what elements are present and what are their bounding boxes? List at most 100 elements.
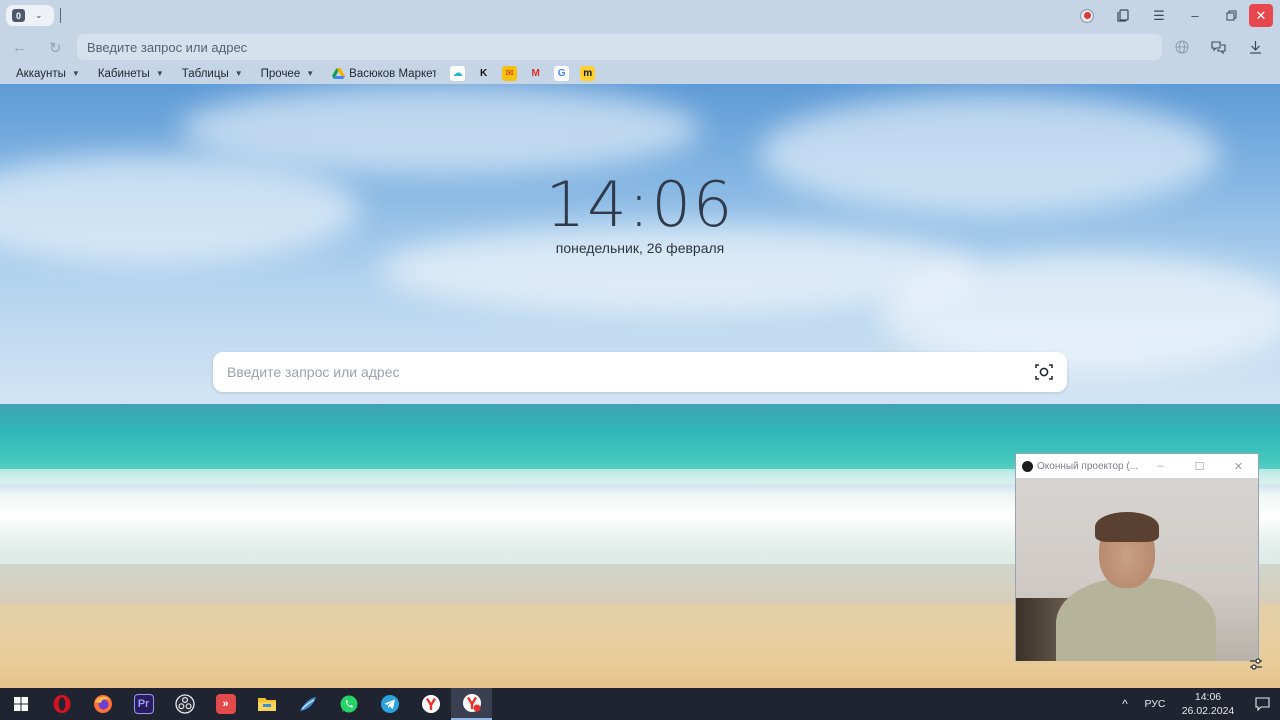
profile-button[interactable] bbox=[1069, 0, 1105, 31]
chat-bubbles-icon bbox=[1211, 41, 1226, 54]
premiere-taskbar-button[interactable]: Pr bbox=[123, 688, 164, 720]
bookmark-folder-other[interactable]: Прочее ▼ bbox=[261, 68, 315, 80]
system-time: 14:06 bbox=[1194, 691, 1222, 703]
address-bar-input[interactable]: Введите запрос или адрес bbox=[77, 34, 1162, 60]
search-placeholder: Введите запрос или адрес bbox=[227, 364, 400, 380]
downloads-button[interactable] bbox=[1237, 31, 1274, 63]
chevron-down-icon: ▼ bbox=[155, 69, 164, 78]
webcam-person bbox=[1056, 578, 1216, 661]
hamburger-menu-icon: ☰ bbox=[1153, 7, 1165, 23]
bookmark-folder-label: Прочее bbox=[260, 67, 301, 80]
webcam-person bbox=[1095, 512, 1159, 542]
projector-title-bar: Оконный проектор (... – ☐ ✕ bbox=[1016, 454, 1258, 478]
feather-taskbar-icon bbox=[299, 697, 316, 711]
opera-taskbar-button[interactable] bbox=[41, 688, 82, 720]
telegram-taskbar-button[interactable] bbox=[369, 688, 410, 720]
browser-title-bar: 0 ⌄ ☰ – ✕ bbox=[0, 0, 1280, 31]
feather-app-taskbar-button[interactable] bbox=[287, 688, 328, 720]
bookmark-label: Васюков Маркетинг bbox=[349, 67, 437, 80]
notification-center-button[interactable] bbox=[1244, 697, 1280, 711]
back-arrow-icon[interactable]: ← bbox=[12, 39, 27, 56]
close-button[interactable]: ✕ bbox=[1219, 454, 1258, 478]
opera-taskbar-icon bbox=[53, 695, 70, 713]
minimize-button[interactable]: – bbox=[1177, 0, 1213, 31]
windows-taskbar: Pr » ^ РУС 14:06 26.02.2024 bbox=[0, 688, 1280, 720]
tab-separator bbox=[60, 8, 61, 23]
yandex-browser-taskbar-icon bbox=[421, 695, 440, 713]
cloud bbox=[180, 84, 700, 174]
translate-button[interactable] bbox=[1163, 31, 1200, 63]
reload-icon[interactable]: ↻ bbox=[49, 39, 62, 57]
chevron-down-icon: ▼ bbox=[306, 69, 315, 78]
yandex-browser-active-taskbar-icon bbox=[462, 694, 481, 712]
webcam-video bbox=[1016, 478, 1258, 661]
system-date: 26.02.2024 bbox=[1181, 705, 1235, 717]
windowed-projector: Оконный проектор (... – ☐ ✕ bbox=[1015, 453, 1259, 661]
bookmark-vasyukov-marketing[interactable]: Васюков Маркетинг bbox=[332, 68, 436, 80]
bookmark-collections-icon bbox=[1116, 9, 1129, 22]
google-drive-icon bbox=[332, 68, 346, 79]
title-bar-controls: ☰ – ✕ bbox=[1069, 0, 1280, 31]
minimize-button[interactable]: – bbox=[1141, 454, 1180, 478]
minimize-icon: – bbox=[1191, 8, 1199, 23]
close-window-button[interactable]: ✕ bbox=[1249, 4, 1273, 27]
system-clock[interactable]: 14:06 26.02.2024 bbox=[1172, 690, 1244, 718]
close-icon: ✕ bbox=[1255, 7, 1267, 23]
show-hidden-icons-chevron-up-icon[interactable]: ^ bbox=[1112, 697, 1138, 711]
whatsapp-taskbar-icon bbox=[340, 695, 357, 713]
bookmarks-bar: Аккаунты ▼ Кабинеты ▼ Таблицы ▼ Прочее ▼… bbox=[0, 63, 1280, 84]
address-bar-row: ← ↻ Введите запрос или адрес bbox=[0, 31, 1280, 63]
start-button[interactable] bbox=[0, 688, 41, 720]
bookmark-folder-label: Аккаунты bbox=[16, 67, 66, 80]
reader-chat-button[interactable] bbox=[1200, 31, 1237, 63]
chevron-down-icon: ▼ bbox=[234, 69, 243, 78]
bookmark-folder-accounts[interactable]: Аккаунты ▼ bbox=[16, 68, 80, 80]
profile-avatar-icon bbox=[1080, 8, 1094, 23]
folder-taskbar-icon bbox=[257, 698, 276, 711]
notification-icon bbox=[1254, 697, 1270, 711]
bookmark-folder-label: Кабинеты bbox=[97, 67, 150, 80]
mail-envelope-favicon[interactable]: ✉ bbox=[502, 66, 518, 81]
bookmark-folder-label: Таблицы bbox=[181, 67, 229, 80]
whatsapp-taskbar-button[interactable] bbox=[328, 688, 369, 720]
obs-taskbar-icon bbox=[174, 694, 195, 714]
newtab-search-input[interactable]: Введите запрос или адрес bbox=[213, 352, 1067, 392]
anydesk-taskbar-icon: » bbox=[215, 694, 236, 714]
k-favicon[interactable]: K bbox=[476, 66, 491, 81]
yandex-browser-active-taskbar-button[interactable] bbox=[451, 688, 492, 720]
globe-icon bbox=[1174, 40, 1189, 54]
collections-button[interactable] bbox=[1105, 0, 1141, 31]
camera-search-icon[interactable] bbox=[1034, 362, 1054, 382]
tab-counter-button[interactable]: 0 ⌄ bbox=[6, 5, 54, 26]
obs-taskbar-button[interactable] bbox=[164, 688, 205, 720]
firefox-taskbar-icon bbox=[93, 695, 112, 713]
chevron-down-icon: ▼ bbox=[71, 69, 80, 78]
gmail-favicon[interactable]: M bbox=[528, 66, 543, 81]
menu-button[interactable]: ☰ bbox=[1141, 0, 1177, 31]
restore-button[interactable] bbox=[1213, 0, 1249, 31]
newtab-date: понедельник, 26 февраля bbox=[555, 240, 725, 256]
file-explorer-taskbar-button[interactable] bbox=[246, 688, 287, 720]
restore-window-icon bbox=[1226, 10, 1236, 21]
google-favicon[interactable]: G bbox=[554, 66, 570, 81]
address-bar-right-controls bbox=[1163, 31, 1274, 63]
maximize-button[interactable]: ☐ bbox=[1180, 454, 1219, 478]
bookmark-folder-cabinets[interactable]: Кабинеты ▼ bbox=[98, 68, 164, 80]
system-tray: ^ РУС 14:06 26.02.2024 bbox=[1112, 688, 1280, 720]
anydesk-taskbar-button[interactable]: » bbox=[205, 688, 246, 720]
customize-sliders-icon[interactable] bbox=[1249, 657, 1263, 671]
yandex-browser-taskbar-button[interactable] bbox=[410, 688, 451, 720]
bookmark-folder-tables[interactable]: Таблицы ▼ bbox=[182, 68, 243, 80]
windows-logo-icon bbox=[13, 697, 28, 711]
cloud-favicon[interactable]: ☁ bbox=[450, 66, 466, 81]
input-language-indicator[interactable]: РУС bbox=[1138, 698, 1172, 710]
obs-icon bbox=[1022, 460, 1033, 472]
download-icon bbox=[1250, 41, 1261, 54]
projector-window-controls: – ☐ ✕ bbox=[1141, 454, 1258, 478]
telegram-taskbar-icon bbox=[380, 695, 399, 713]
chevron-down-icon: ⌄ bbox=[35, 10, 43, 20]
projector-title: Оконный проектор (... bbox=[1037, 460, 1139, 472]
miro-favicon[interactable]: m bbox=[580, 66, 596, 81]
firefox-taskbar-button[interactable] bbox=[82, 688, 123, 720]
newtab-clock: 14:06 bbox=[545, 168, 735, 241]
